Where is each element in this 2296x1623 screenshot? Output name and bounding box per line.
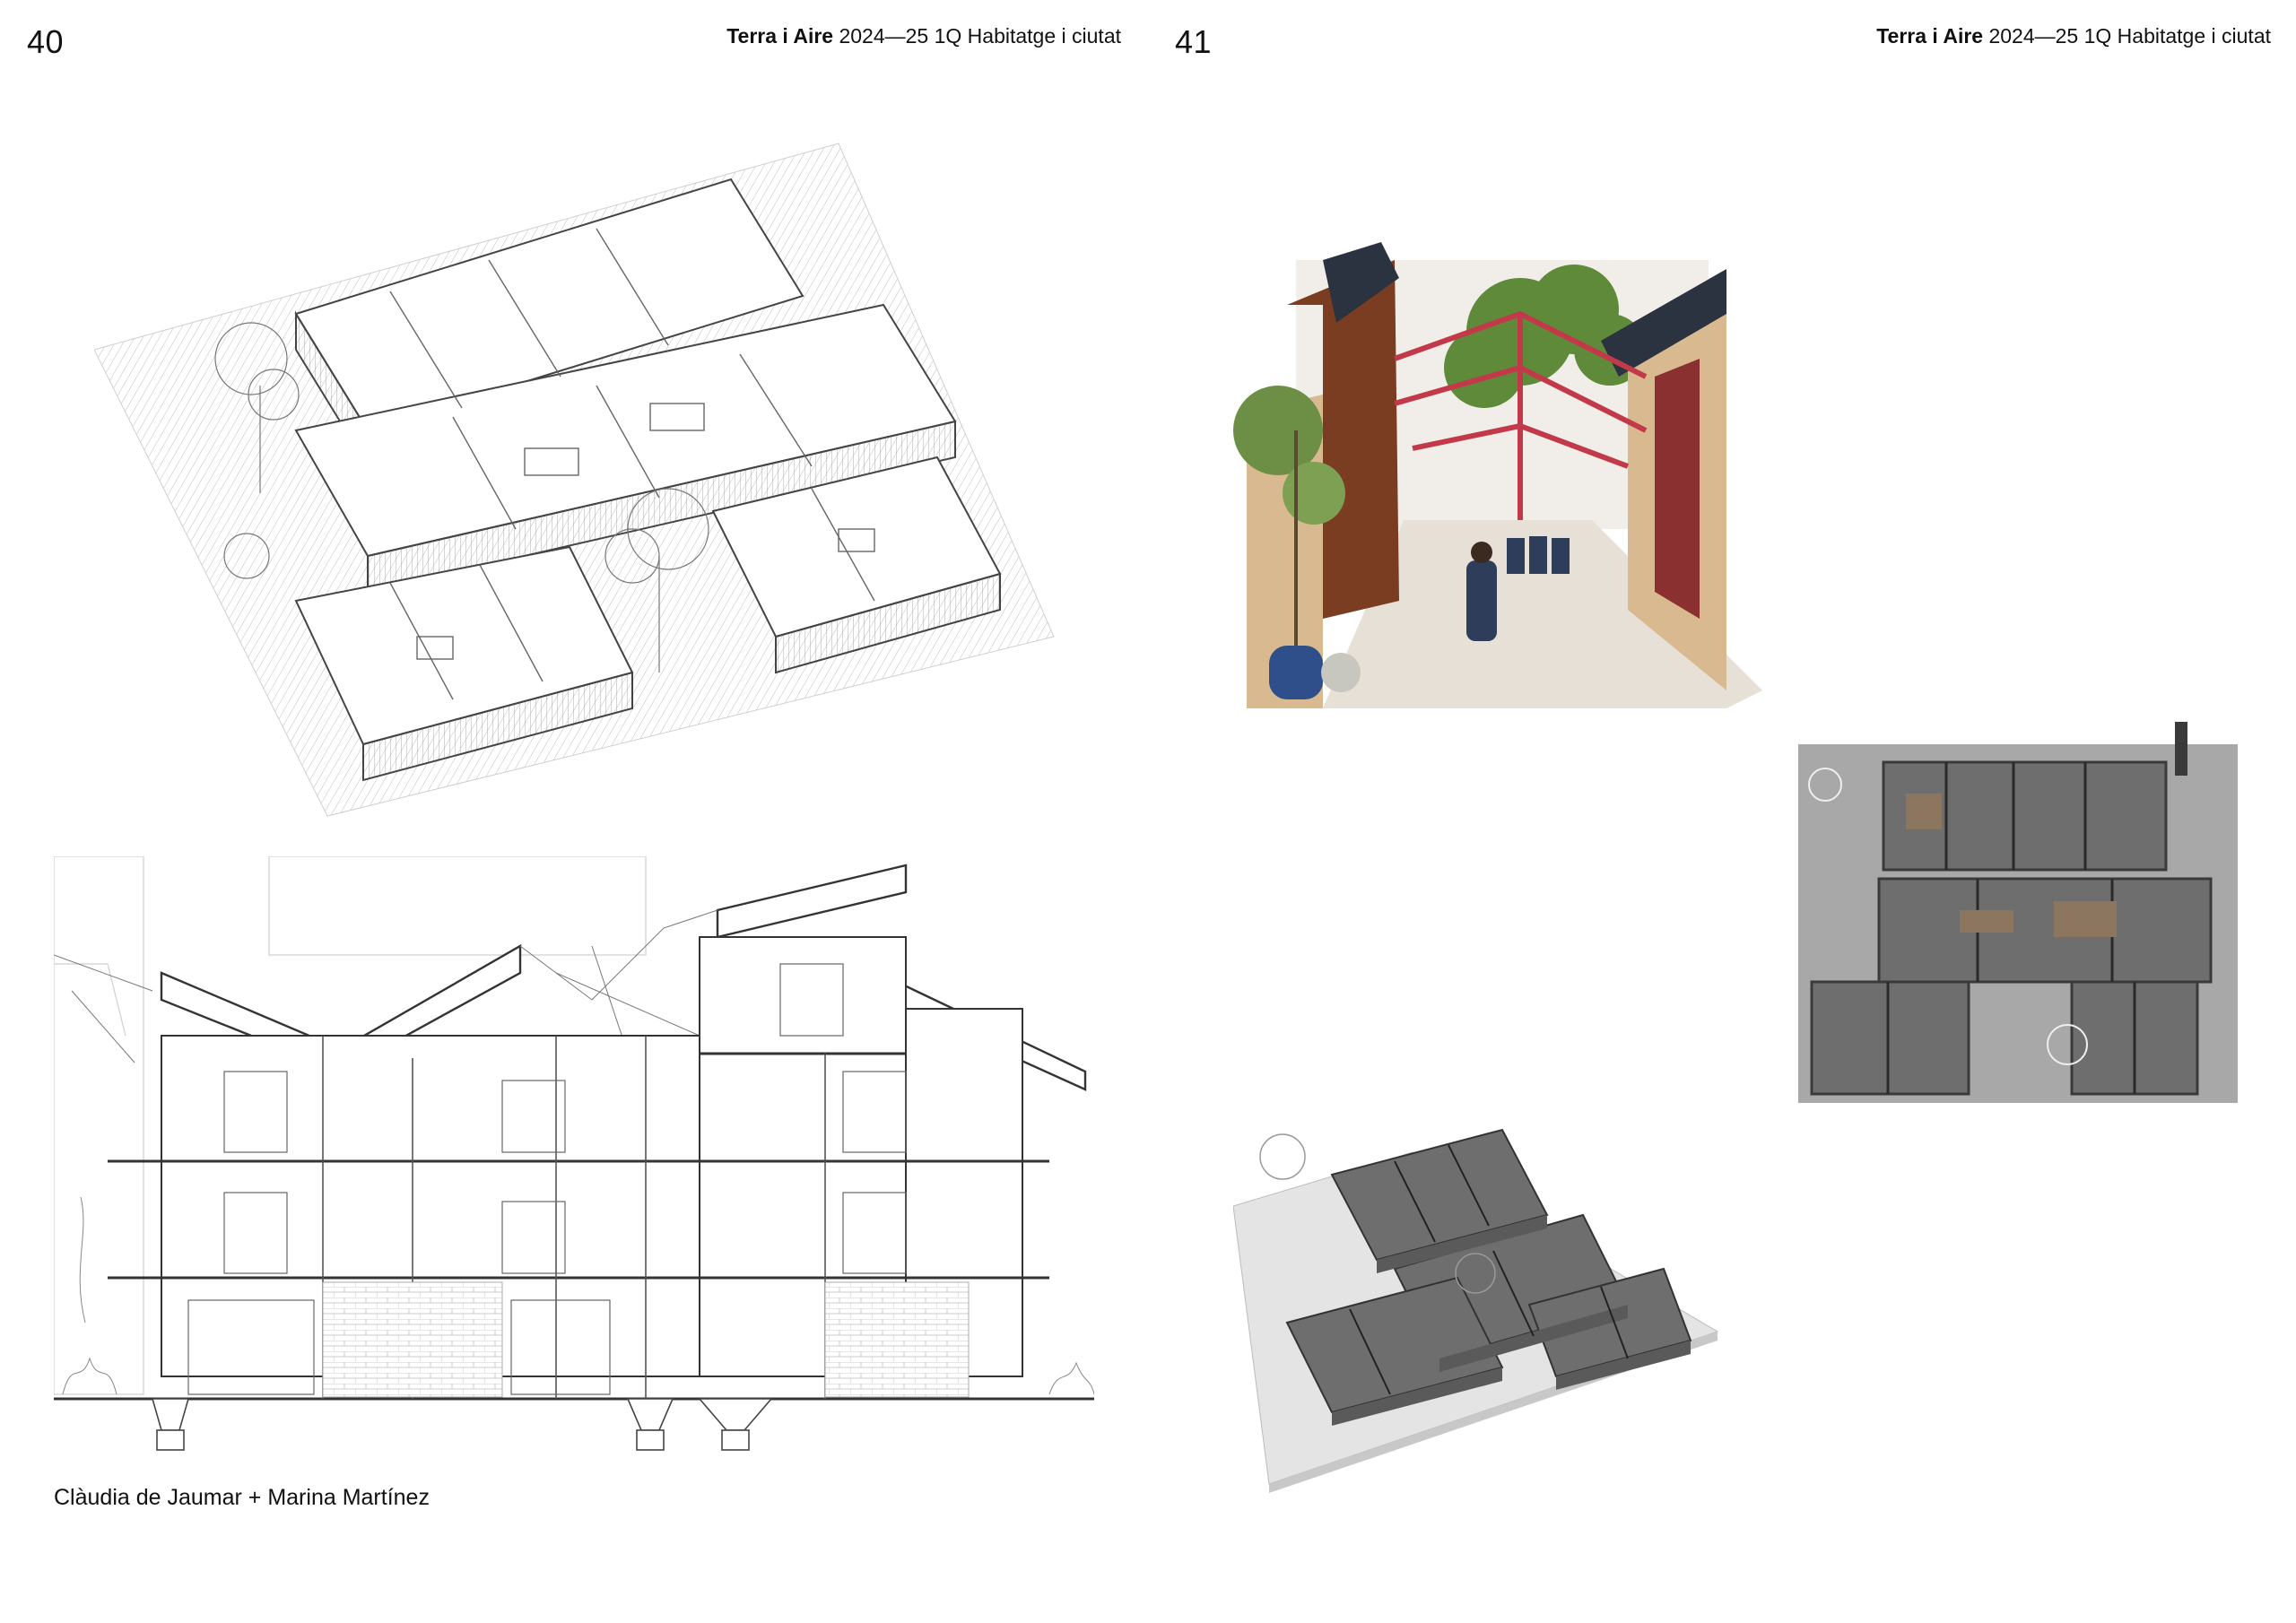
model-photo-axonometric — [1233, 1116, 1722, 1493]
page-number-left: 40 — [27, 23, 65, 60]
section-drawing — [54, 856, 1094, 1466]
courtyard-collage-render — [1224, 224, 1762, 713]
page-number-right: 41 — [1175, 23, 1213, 60]
running-head-left: Terra i Aire 2024—25 1Q Habitatge i ciut… — [726, 24, 1121, 48]
running-head-right: Terra i Aire 2024—25 1Q Habitatge i ciut… — [1876, 24, 2271, 48]
running-head-left-text: 2024—25 1Q Habitatge i ciutat — [833, 24, 1121, 48]
running-head-right-bold: Terra i Aire — [1876, 24, 1984, 48]
project-credit: Clàudia de Jaumar + Marina Martínez — [54, 1485, 430, 1510]
running-head-right-text: 2024—25 1Q Habitatge i ciutat — [1983, 24, 2271, 48]
model-photo-plan-view — [1798, 722, 2238, 1103]
running-head-left-bold: Terra i Aire — [726, 24, 834, 48]
axonometric-drawing — [94, 135, 1063, 825]
